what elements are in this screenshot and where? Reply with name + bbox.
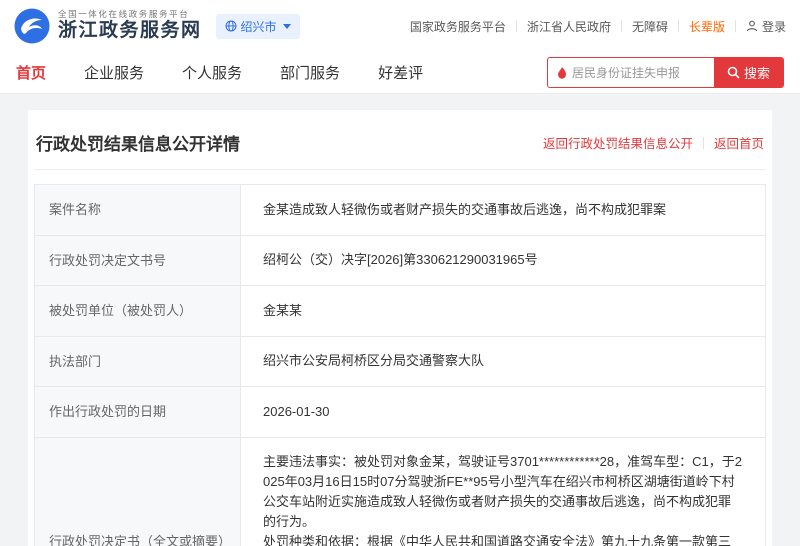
- site-logo-text: 全国一体化在线政务服务平台 浙江政务服务网: [58, 9, 202, 43]
- field-value: 2026-01-30: [240, 386, 766, 438]
- site-logo-icon: [14, 8, 50, 44]
- page-body: 行政处罚结果信息公开详情 返回行政处罚结果信息公开 返回首页 案件名称 金某造成…: [0, 94, 800, 546]
- globe-icon: [225, 20, 237, 32]
- divider: [734, 20, 736, 32]
- chevron-down-icon: [282, 23, 291, 29]
- link-national-platform[interactable]: 国家政务服务平台: [410, 18, 506, 35]
- site-logo[interactable]: 全国一体化在线政务服务平台 浙江政务服务网: [14, 8, 202, 44]
- nav-item-home[interactable]: 首页: [16, 62, 46, 83]
- back-to-home-link[interactable]: 返回首页: [714, 133, 764, 152]
- user-icon: [746, 20, 758, 32]
- back-to-list-link[interactable]: 返回行政处罚结果信息公开: [543, 133, 693, 152]
- table-row: 行政处罚决定书（全文或摘要） 主要违法事实：被处罚对象金某，驾驶证号3701**…: [34, 436, 766, 546]
- link-elder-version[interactable]: 长辈版: [689, 18, 725, 35]
- field-value: 金某某: [240, 285, 766, 337]
- field-value: 金某造成致人轻微伤或者财产损失的交通事故后逃逸，尚不构成犯罪案: [240, 184, 766, 236]
- login-label: 登录: [761, 19, 786, 34]
- main-nav: 首页 企业服务 个人服务 部门服务 好差评 搜索: [0, 52, 800, 94]
- search-icon: [727, 66, 740, 79]
- field-value: 主要违法事实：被处罚对象金某，驾驶证号3701************28，准驾…: [240, 436, 766, 546]
- top-links: 国家政务服务平台 浙江省人民政府 无障碍 长辈版 登录: [410, 18, 786, 35]
- field-label: 执法部门: [34, 335, 241, 387]
- table-row: 作出行政处罚的日期 2026-01-30: [34, 386, 766, 438]
- link-accessibility[interactable]: 无障碍: [632, 18, 668, 35]
- back-links: 返回行政处罚结果信息公开 返回首页: [543, 133, 764, 152]
- divider: [702, 136, 704, 149]
- field-label: 案件名称: [34, 184, 241, 236]
- table-row: 案件名称 金某造成致人轻微伤或者财产损失的交通事故后逃逸，尚不构成犯罪案: [34, 184, 766, 236]
- nav-item-personal-services[interactable]: 个人服务: [182, 62, 242, 83]
- site-name: 浙江政务服务网: [58, 20, 202, 42]
- search-button[interactable]: 搜索: [713, 58, 783, 87]
- table-row: 执法部门 绍兴市公安局柯桥区分局交通警察大队: [34, 335, 766, 387]
- divider: [677, 20, 679, 32]
- city-selector[interactable]: 绍兴市: [215, 13, 300, 39]
- table-row: 被处罚单位（被处罚人） 金某某: [34, 285, 766, 337]
- title-row: 行政处罚结果信息公开详情 返回行政处罚结果信息公开 返回首页: [34, 128, 766, 170]
- field-value: 绍兴市公安局柯桥区分局交通警察大队: [240, 335, 766, 387]
- link-provincial-government[interactable]: 浙江省人民政府: [527, 18, 611, 35]
- detail-card: 行政处罚结果信息公开详情 返回行政处罚结果信息公开 返回首页 案件名称 金某造成…: [28, 110, 772, 546]
- nav-item-reviews[interactable]: 好差评: [378, 62, 423, 83]
- detail-table: 案件名称 金某造成致人轻微伤或者财产损失的交通事故后逃逸，尚不构成犯罪案 行政处…: [34, 184, 766, 546]
- divider: [620, 20, 622, 32]
- field-label: 被处罚单位（被处罚人）: [34, 285, 241, 337]
- top-header: 全国一体化在线政务服务平台 浙江政务服务网 绍兴市 国家政务服务平台 浙江省人民…: [0, 0, 800, 52]
- search-box: 搜索: [546, 57, 784, 88]
- field-value: 绍柯公（交）决字[2026]第330621290031965号: [240, 234, 766, 286]
- field-label: 作出行政处罚的日期: [34, 386, 241, 438]
- search-button-label: 搜索: [743, 66, 770, 81]
- nav-item-enterprise-services[interactable]: 企业服务: [84, 62, 144, 83]
- nav-item-department-services[interactable]: 部门服务: [280, 62, 340, 83]
- login-link[interactable]: 登录: [746, 18, 786, 35]
- hot-search-icon: [557, 66, 567, 79]
- search-input[interactable]: [571, 58, 714, 87]
- table-row: 行政处罚决定文书号 绍柯公（交）决字[2026]第330621290031965…: [34, 234, 766, 286]
- platform-tagline: 全国一体化在线政务服务平台: [58, 8, 190, 19]
- divider: [515, 20, 517, 32]
- field-label: 行政处罚决定书（全文或摘要）: [34, 436, 241, 546]
- field-label: 行政处罚决定文书号: [34, 234, 241, 286]
- page-title: 行政处罚结果信息公开详情: [36, 135, 240, 154]
- city-name: 绍兴市: [240, 19, 277, 34]
